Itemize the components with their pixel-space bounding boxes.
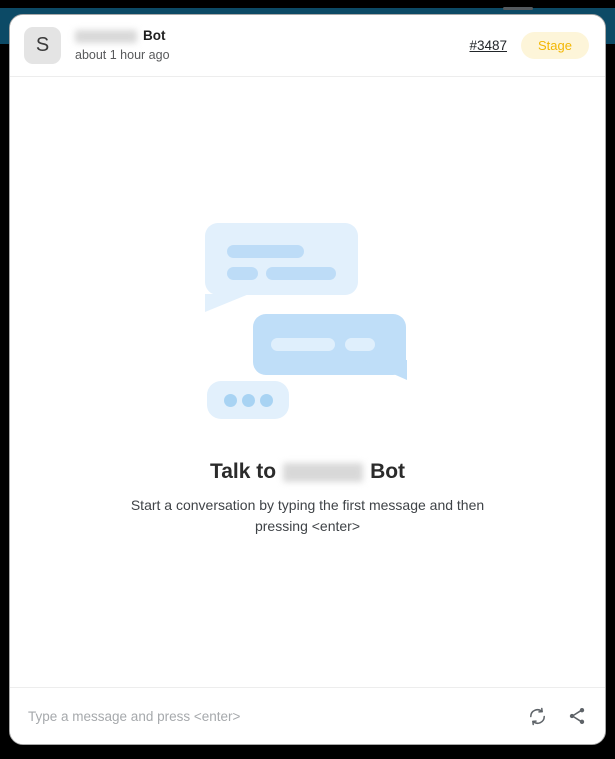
ticket-link[interactable]: #3487	[469, 38, 507, 53]
empty-state-title: Talk to Bot	[210, 460, 405, 484]
bubble-text-line	[266, 267, 336, 280]
bubble-text-line	[345, 338, 375, 351]
composer-actions	[528, 706, 587, 726]
empty-state-subtitle: Start a conversation by typing the first…	[130, 497, 485, 534]
typing-dot-icon	[242, 394, 255, 407]
bubble-text-line	[227, 245, 304, 258]
message-input[interactable]	[28, 708, 514, 724]
speech-bubble-icon	[205, 223, 358, 295]
bot-name-redacted	[75, 29, 137, 43]
header-actions: #3487 Stage	[469, 32, 589, 59]
chat-message-area: Talk to Bot Start a conversation by typi…	[10, 77, 605, 687]
empty-state-title-suffix: Bot	[370, 460, 406, 483]
bot-name-suffix: Bot	[143, 27, 166, 43]
avatar-letter: S	[35, 34, 50, 56]
bubble-text-line	[271, 338, 335, 351]
speech-bubble-tail-icon	[205, 294, 249, 312]
share-icon[interactable]	[567, 706, 587, 726]
header-title-block: Bot about 1 hour ago	[75, 28, 469, 64]
empty-state-title-prefix: Talk to	[209, 460, 277, 483]
window-notch-handle	[503, 7, 533, 10]
empty-state-illustration	[205, 223, 410, 419]
device-frame: S Bot about 1 hour ago #3487 Stage Talk …	[0, 0, 615, 759]
conversation-timestamp: about 1 hour ago	[75, 47, 170, 62]
empty-state-title-redacted	[283, 462, 364, 482]
chat-header: S Bot about 1 hour ago #3487 Stage	[10, 15, 605, 77]
typing-dot-icon	[260, 394, 273, 407]
bot-title-row: Bot	[75, 28, 469, 45]
speech-bubble-tail-icon	[362, 360, 407, 380]
refresh-icon[interactable]	[528, 707, 547, 726]
bubble-text-line	[227, 267, 258, 280]
status-badge: Stage	[521, 32, 589, 59]
chat-panel: S Bot about 1 hour ago #3487 Stage Talk …	[9, 14, 606, 745]
typing-dot-icon	[224, 394, 237, 407]
message-composer	[10, 687, 605, 744]
avatar: S	[24, 27, 61, 64]
